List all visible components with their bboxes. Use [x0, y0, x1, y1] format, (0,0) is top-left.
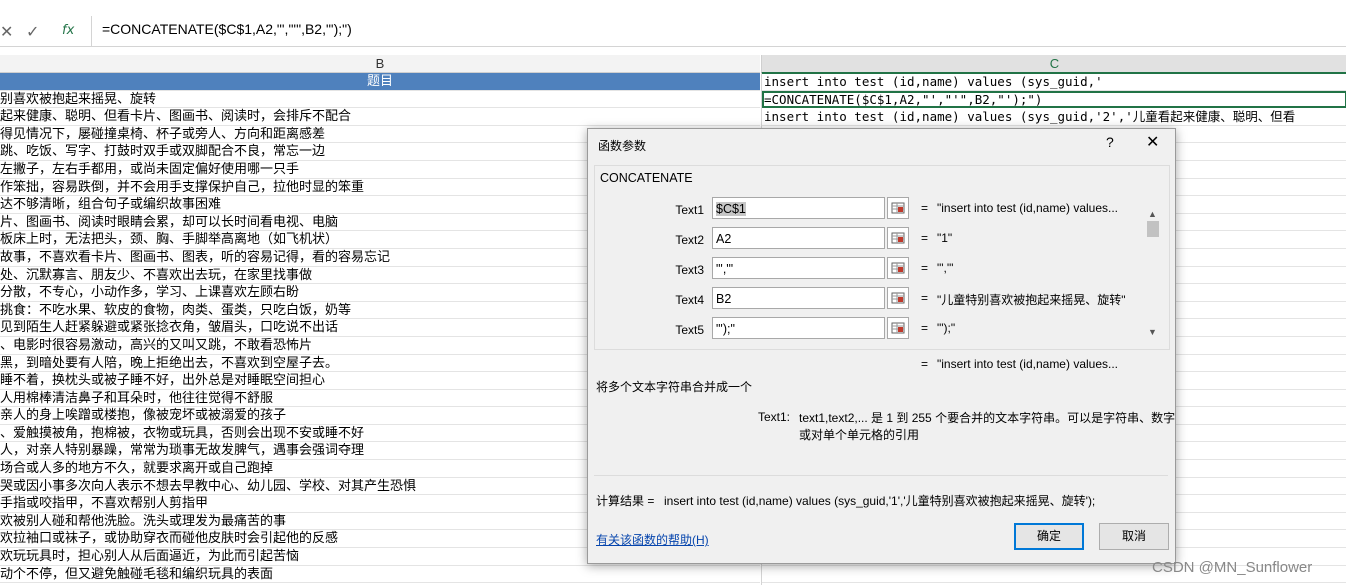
argument-value: $C$1 — [716, 202, 746, 216]
function-help-link[interactable]: 有关该函数的帮助(H) — [596, 531, 709, 548]
argument-label: Text2 — [675, 233, 704, 247]
calc-result-value: insert into test (id,name) values (sys_g… — [664, 494, 1096, 508]
equals-sign: = — [921, 201, 929, 215]
argument-result: "insert into test (id,name) values... — [937, 201, 1119, 215]
column-header-c[interactable]: C — [761, 55, 1346, 74]
range-picker-icon[interactable] — [887, 197, 909, 219]
argument-row: Text2 A2 = "1" — [588, 227, 1148, 253]
argument-input[interactable]: B2 — [712, 287, 885, 309]
arguments-scrollbar[interactable]: ▲ ▼ — [1146, 209, 1160, 339]
overall-result: "insert into test (id,name) values... — [937, 357, 1119, 371]
argument-input[interactable]: $C$1 — [712, 197, 885, 219]
fx-icon[interactable]: fx — [62, 23, 74, 38]
ok-button[interactable]: 确定 — [1014, 523, 1084, 550]
range-picker-icon[interactable] — [887, 227, 909, 249]
argument-row: Text4 B2 = "儿童特别喜欢被抱起来摇晃、旋转" — [588, 287, 1148, 313]
arg-description: text1,text2,... 是 1 到 255 个要合并的文本字符串。可以是… — [799, 411, 1176, 442]
divider — [594, 475, 1168, 476]
argument-label: Text3 — [675, 263, 704, 277]
formula-bar: ✕ ✓ fx =CONCATENATE($C$1,A2,"',"'",B2,"'… — [0, 0, 1346, 55]
formula-input[interactable]: =CONCATENATE($C$1,A2,"',"'",B2,"');") — [102, 21, 352, 37]
argument-result: "','" — [937, 261, 954, 275]
argument-value: A2 — [716, 232, 732, 246]
cancel-icon[interactable]: ✕ — [0, 22, 13, 41]
range-picker-icon[interactable] — [887, 317, 909, 339]
calc-result-label: 计算结果 = — [596, 494, 655, 508]
argument-input[interactable]: "','" — [712, 257, 885, 279]
range-picker-icon[interactable] — [887, 287, 909, 309]
column-header-b[interactable]: B — [0, 55, 760, 73]
argument-value: "');" — [716, 322, 735, 336]
argument-value: B2 — [716, 292, 732, 306]
column-b-header-cell[interactable]: 题目 — [0, 73, 760, 91]
scrollbar-thumb[interactable] — [1147, 221, 1159, 237]
close-icon[interactable]: ✕ — [1146, 132, 1159, 152]
scroll-up-icon[interactable]: ▲ — [1148, 209, 1157, 219]
argument-value: "','" — [716, 262, 734, 276]
scroll-down-icon[interactable]: ▼ — [1148, 327, 1157, 337]
arg-desc-name: Text1: — [758, 410, 791, 424]
equals-sign: = — [921, 261, 929, 275]
table-row[interactable]: insert into test (id,name) values (sys_g… — [762, 108, 1346, 126]
table-row[interactable]: 起来健康、聪明、但看卡片、图画书、阅读时，会排斥不配合 — [0, 108, 760, 126]
table-row[interactable]: insert into test (id,name) values (sys_g… — [762, 73, 1346, 91]
equals-sign: = — [921, 291, 929, 305]
formula-buttons: ✕ ✓ fx — [0, 16, 92, 46]
dialog-title: 函数参数 — [598, 139, 647, 153]
table-row[interactable]: 动个不停，但又避免触碰毛毯和编织玩具的表面 — [0, 566, 760, 584]
argument-result: "');" — [937, 321, 956, 335]
argument-row: Text1 $C$1 = "insert into test (id,name) va… — [588, 197, 1148, 223]
argument-label: Text5 — [675, 323, 704, 337]
function-arguments-dialog: 函数参数 ? ✕ CONCATENATE Text1 $C$1 = "insert i… — [587, 128, 1176, 564]
function-description: 将多个文本字符串合并成一个 — [596, 380, 753, 394]
enter-icon[interactable]: ✓ — [26, 22, 39, 41]
formula-separator — [91, 16, 92, 46]
argument-row: Text3 "','" = "','" — [588, 257, 1148, 283]
table-row[interactable]: 别喜欢被抱起来摇晃、旋转 — [0, 91, 760, 109]
argument-label: Text1 — [675, 203, 704, 217]
formula-bar-border — [0, 46, 1346, 47]
watermark: CSDN @MN_Sunflower — [1152, 559, 1313, 576]
range-picker-icon[interactable] — [887, 257, 909, 279]
function-name: CONCATENATE — [600, 171, 693, 185]
argument-row: Text5 "');" = "');" — [588, 317, 1148, 343]
argument-label: Text4 — [675, 293, 704, 307]
argument-result: "1" — [937, 231, 953, 245]
equals-sign: = — [921, 231, 929, 245]
argument-input[interactable]: A2 — [712, 227, 885, 249]
overall-equals: = — [921, 357, 929, 371]
help-icon[interactable]: ? — [1106, 134, 1114, 150]
equals-sign: = — [921, 321, 929, 335]
cancel-button[interactable]: 取消 — [1099, 523, 1169, 550]
argument-result: "儿童特别喜欢被抱起来摇晃、旋转" — [937, 293, 1126, 307]
active-cell[interactable]: =CONCATENATE($C$1,A2,"',"'",B2,"');") — [762, 90, 1346, 109]
argument-input[interactable]: "');" — [712, 317, 885, 339]
